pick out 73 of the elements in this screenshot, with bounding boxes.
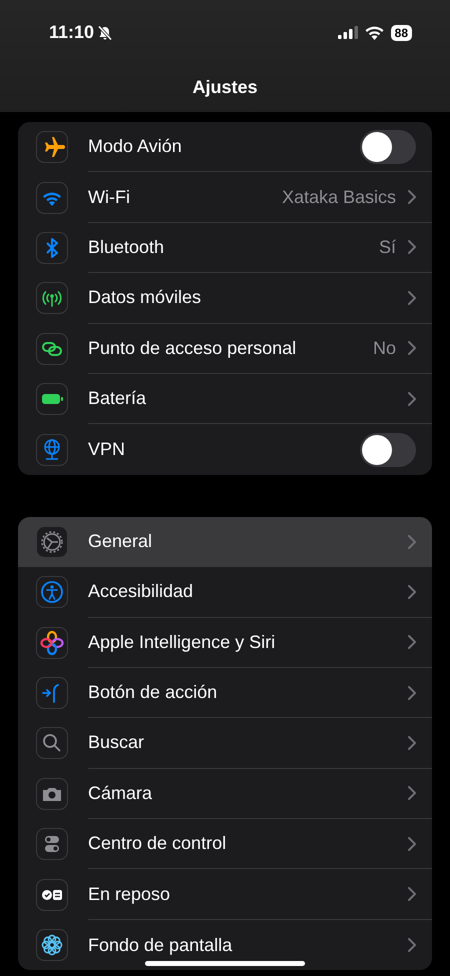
- row-label: VPN: [88, 439, 126, 460]
- chevron-icon: [408, 786, 416, 800]
- row-label: Buscar: [88, 732, 146, 754]
- settings-row[interactable]: En reposo: [18, 869, 432, 920]
- flower-icon: [36, 626, 68, 659]
- row-label: Cámara: [88, 782, 154, 804]
- settings-row[interactable]: Punto de acceso personal No: [18, 324, 432, 374]
- row-label: Batería: [88, 388, 148, 410]
- signal-icon: [338, 26, 358, 39]
- battery-indicator: 88: [390, 24, 412, 40]
- antenna-icon: [36, 282, 68, 314]
- row-label: Bluetooth: [88, 236, 166, 258]
- row-label: Punto de acceso personal: [88, 338, 298, 359]
- bluetooth-icon: [36, 232, 68, 264]
- toggle-switch[interactable]: [360, 432, 416, 467]
- time: 11:10: [49, 22, 94, 43]
- camera-icon: [36, 778, 68, 810]
- wifi-icon: [364, 26, 384, 40]
- settings-row[interactable]: Centro de control: [18, 819, 432, 870]
- settings-row[interactable]: Bluetooth Sí: [18, 222, 432, 274]
- chevron-icon: [408, 534, 416, 549]
- chevron-icon: [408, 635, 416, 650]
- screen-title: Ajustes: [191, 76, 259, 99]
- chevron-icon: [408, 240, 416, 254]
- settings-row[interactable]: Apple Intelligence y Siri: [18, 618, 432, 668]
- flower-icon: [36, 929, 68, 962]
- row-label: En reposo: [88, 884, 172, 905]
- row-label: Apple Intelligence y Siri: [88, 632, 276, 653]
- chevron-icon: [408, 392, 416, 406]
- row-label: Modo Avión: [88, 136, 183, 158]
- chevron-icon: [408, 584, 416, 599]
- chevron-icon: [408, 686, 416, 700]
- row-label: Datos móviles: [88, 287, 202, 308]
- chevron-icon: [408, 887, 416, 902]
- settings-row[interactable]: Botón de acción: [18, 668, 432, 718]
- settings-row[interactable]: Batería: [18, 374, 432, 424]
- row-label: Fondo de pantalla: [88, 934, 234, 956]
- globe-icon: [36, 434, 68, 466]
- toggle-switch[interactable]: [360, 130, 416, 164]
- chevron-icon: [408, 290, 416, 305]
- settings-row[interactable]: Modo Avión: [18, 122, 432, 172]
- settings-row[interactable]: Buscar: [18, 718, 432, 769]
- row-label: Botón de acción: [88, 682, 218, 704]
- row-value: No: [372, 338, 396, 359]
- clock-icon: [36, 878, 68, 911]
- switches-icon: [36, 828, 68, 860]
- battery-icon: [36, 383, 68, 416]
- wifi-icon: [36, 182, 68, 214]
- row-label: Wi-Fi: [88, 186, 131, 208]
- accessibility-icon: [36, 576, 68, 608]
- settings-row[interactable]: Wi-Fi Xataka Basics: [18, 172, 432, 223]
- chevron-icon: [408, 836, 416, 851]
- settings-row[interactable]: General: [18, 516, 432, 568]
- row-value: Sí: [378, 236, 396, 258]
- settings-row[interactable]: Cámara: [18, 768, 432, 820]
- chevron-icon: [408, 938, 416, 952]
- row-value: Xataka Basics: [282, 186, 396, 208]
- chain-link-icon: [36, 332, 68, 365]
- action-button-icon: [36, 677, 68, 710]
- chevron-icon: [408, 341, 416, 356]
- row-label: General: [88, 531, 154, 552]
- search-icon: [36, 727, 68, 760]
- settings-row[interactable]: Datos móviles: [18, 273, 432, 324]
- settings-row[interactable]: Accesibilidad: [18, 567, 432, 618]
- settings-row[interactable]: Fondo de pantalla: [18, 920, 432, 970]
- row-label: Accesibilidad: [88, 581, 194, 602]
- settings-row[interactable]: VPN: [18, 424, 432, 475]
- row-label: Centro de control: [88, 833, 228, 854]
- gear-icon: [36, 526, 68, 558]
- chevron-icon: [408, 190, 416, 204]
- muted-bell-icon: [97, 24, 114, 40]
- chevron-icon: [408, 736, 416, 750]
- airplane-icon: [36, 131, 68, 164]
